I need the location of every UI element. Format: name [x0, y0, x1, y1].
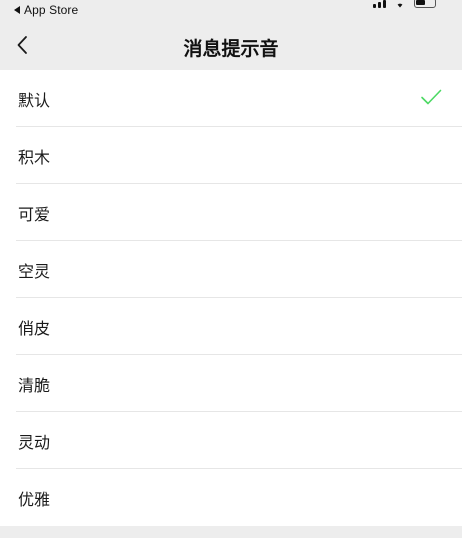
- sound-option-label: 清脆: [18, 375, 51, 395]
- sound-list: 默认积木可爱空灵俏皮清脆灵动优雅: [0, 70, 462, 526]
- sound-option-label: 可爱: [18, 204, 51, 224]
- back-to-app-store-button[interactable]: App Store: [14, 3, 78, 17]
- sound-option-label: 优雅: [18, 489, 51, 509]
- back-app-label: App Store: [24, 3, 79, 17]
- sound-option-label: 灵动: [18, 432, 51, 452]
- checkmark-icon: [421, 89, 442, 105]
- signal-icon: [373, 0, 386, 8]
- wifi-icon: [397, 3, 403, 8]
- sound-option-label: 俏皮: [18, 318, 51, 338]
- sound-option-item[interactable]: 空灵: [0, 241, 462, 298]
- sound-option-item[interactable]: 可爱: [0, 184, 462, 241]
- sound-option-item[interactable]: 俏皮: [0, 298, 462, 355]
- system-icons: [373, 0, 436, 8]
- sound-option-label: 积木: [18, 147, 51, 167]
- navigation-bar: 消息提示音: [0, 20, 462, 70]
- back-triangle-icon: [14, 6, 20, 14]
- sound-option-label: 空灵: [18, 261, 51, 281]
- sound-option-label: 默认: [18, 90, 51, 110]
- sound-option-item[interactable]: 默认: [0, 70, 462, 127]
- sound-option-item[interactable]: 清脆: [0, 355, 462, 412]
- sound-option-item[interactable]: 灵动: [0, 412, 462, 469]
- status-bar: App Store: [0, 0, 462, 20]
- battery-icon: [414, 0, 436, 8]
- sound-option-item[interactable]: 优雅: [0, 469, 462, 526]
- sound-option-item[interactable]: 积木: [0, 127, 462, 184]
- page-title: 消息提示音: [183, 38, 279, 60]
